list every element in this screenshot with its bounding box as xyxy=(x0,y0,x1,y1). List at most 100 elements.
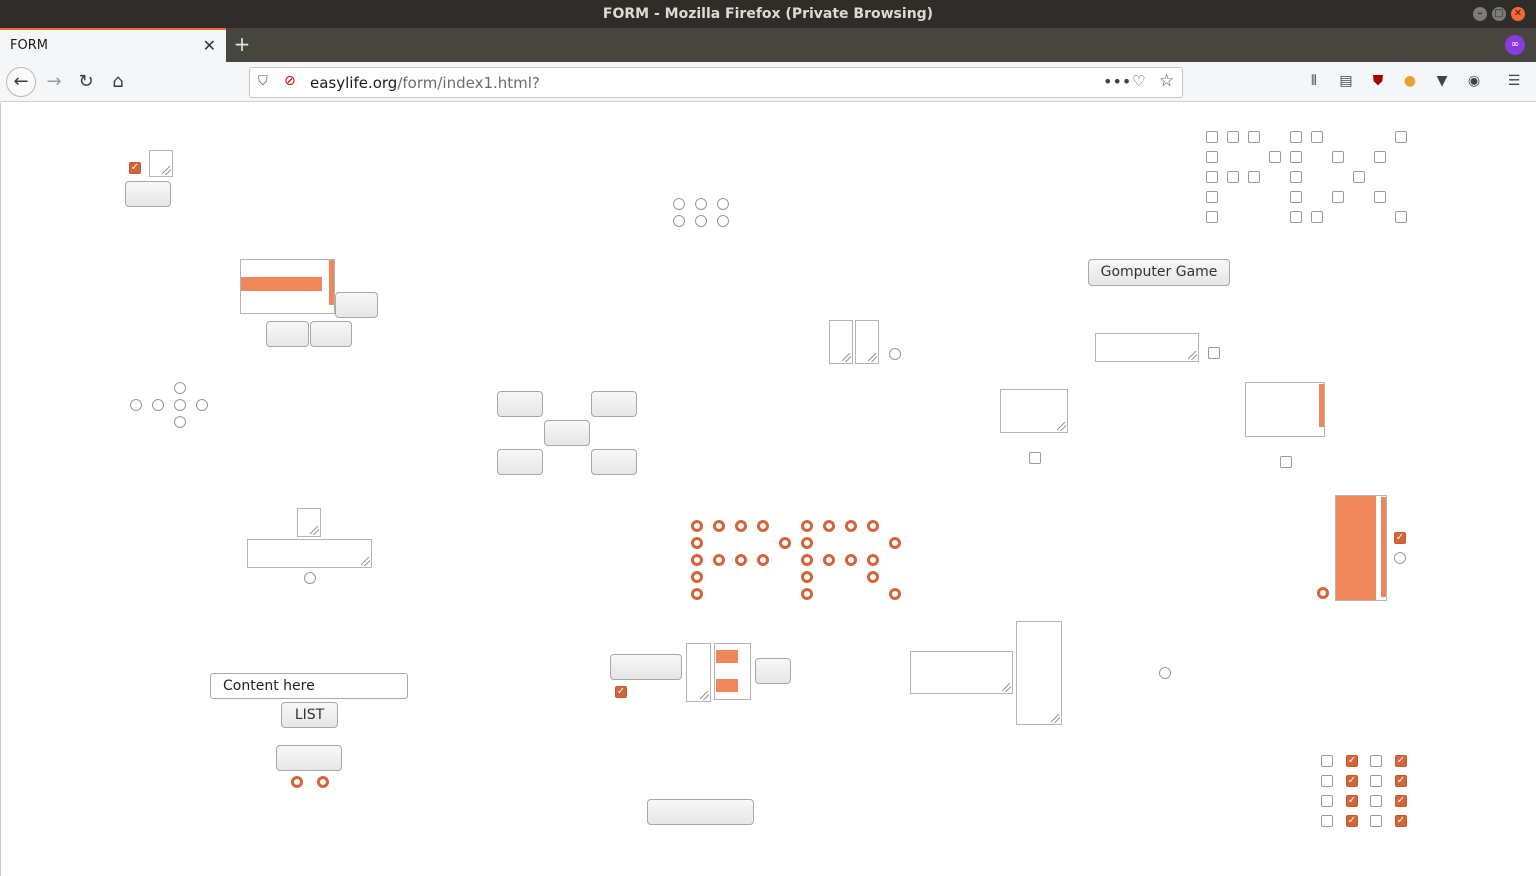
minimize-icon[interactable]: – xyxy=(1473,7,1487,21)
checkbox[interactable] xyxy=(1395,131,1407,143)
radio[interactable] xyxy=(889,588,901,600)
checkbox[interactable] xyxy=(1395,211,1407,223)
pocket-icon[interactable]: ♡ xyxy=(1132,72,1145,90)
radio[interactable] xyxy=(867,554,879,566)
checkbox[interactable] xyxy=(1321,815,1333,827)
radio[interactable] xyxy=(867,571,879,583)
textarea[interactable] xyxy=(247,539,372,568)
radio[interactable] xyxy=(867,520,879,532)
blank-button[interactable] xyxy=(591,449,637,475)
blank-button[interactable] xyxy=(755,658,791,684)
checkbox[interactable]: ✓ xyxy=(1395,815,1407,827)
home-icon[interactable]: ⌂ xyxy=(104,68,132,96)
radio[interactable] xyxy=(717,215,729,227)
textarea[interactable] xyxy=(149,150,173,177)
radio[interactable] xyxy=(174,416,186,428)
textarea[interactable] xyxy=(855,320,879,364)
listbox[interactable] xyxy=(1245,382,1325,437)
checkbox[interactable] xyxy=(1227,171,1239,183)
listbox[interactable] xyxy=(240,259,335,314)
radio[interactable] xyxy=(801,537,813,549)
textarea[interactable] xyxy=(1000,389,1068,433)
checkbox[interactable] xyxy=(1321,775,1333,787)
radio[interactable] xyxy=(801,588,813,600)
radio[interactable] xyxy=(801,554,813,566)
blank-button[interactable] xyxy=(266,321,309,347)
radio[interactable] xyxy=(152,399,164,411)
checkbox[interactable] xyxy=(1206,211,1218,223)
checkbox[interactable]: ✓ xyxy=(1395,755,1407,767)
radio[interactable] xyxy=(823,520,835,532)
checkbox[interactable]: ✓ xyxy=(1346,775,1358,787)
text-input[interactable]: Content here xyxy=(210,673,408,699)
radio[interactable] xyxy=(691,537,703,549)
checkbox[interactable] xyxy=(1374,151,1386,163)
radio[interactable] xyxy=(823,554,835,566)
listbox-selected-option[interactable] xyxy=(1336,496,1376,600)
radio[interactable] xyxy=(317,776,329,788)
radio[interactable] xyxy=(717,198,729,210)
radio[interactable] xyxy=(691,520,703,532)
checkbox[interactable]: ✓ xyxy=(1346,815,1358,827)
blank-button[interactable] xyxy=(544,420,590,446)
checkbox[interactable]: ✓ xyxy=(615,686,627,698)
checkbox[interactable] xyxy=(1248,131,1260,143)
checkbox[interactable] xyxy=(1374,191,1386,203)
checkbox[interactable] xyxy=(1206,171,1218,183)
blank-button[interactable] xyxy=(125,181,171,207)
listbox[interactable] xyxy=(714,643,751,700)
checkbox[interactable] xyxy=(1311,131,1323,143)
close-window-icon[interactable]: ✕ xyxy=(1511,7,1525,21)
radio[interactable] xyxy=(845,554,857,566)
textarea[interactable] xyxy=(829,320,853,364)
blank-button[interactable] xyxy=(497,449,543,475)
radio[interactable] xyxy=(673,198,685,210)
tab-form[interactable]: FORM ✕ xyxy=(0,28,226,62)
listbox-selected-option[interactable] xyxy=(716,679,738,692)
radio[interactable] xyxy=(174,399,186,411)
checkbox[interactable] xyxy=(1353,171,1365,183)
new-tab-button[interactable]: + xyxy=(232,32,252,56)
checkbox[interactable] xyxy=(1029,452,1041,464)
checkbox[interactable] xyxy=(1290,211,1302,223)
checkbox[interactable] xyxy=(1290,151,1302,163)
radio[interactable] xyxy=(673,215,685,227)
checkbox[interactable] xyxy=(1321,795,1333,807)
checkbox[interactable] xyxy=(1290,191,1302,203)
checkbox[interactable] xyxy=(1370,815,1382,827)
address-bar[interactable]: ⛉ ⊘ easylife.org/form/index1.html? ••• ♡… xyxy=(249,67,1183,98)
more-actions-icon[interactable]: ••• xyxy=(1103,72,1131,91)
radio[interactable] xyxy=(735,554,747,566)
list-button[interactable]: LIST xyxy=(281,702,338,728)
checkbox[interactable] xyxy=(1206,151,1218,163)
forward-arrow-icon[interactable]: → xyxy=(40,68,68,96)
listbox[interactable] xyxy=(1335,495,1387,601)
radio[interactable] xyxy=(174,382,186,394)
radio[interactable] xyxy=(304,572,316,584)
shield-icon[interactable]: ⛉ xyxy=(258,74,268,89)
blank-button[interactable] xyxy=(276,745,342,771)
radio[interactable] xyxy=(713,554,725,566)
checkbox[interactable] xyxy=(1321,755,1333,767)
blank-button[interactable] xyxy=(310,321,352,347)
textarea[interactable] xyxy=(686,643,711,702)
checkbox[interactable] xyxy=(1290,131,1302,143)
blank-button[interactable] xyxy=(591,391,637,417)
radio[interactable] xyxy=(1159,667,1171,679)
sidebar-icon[interactable]: ▤ xyxy=(1336,71,1356,91)
blank-button[interactable] xyxy=(647,799,754,825)
extension-icon[interactable]: ● xyxy=(1400,71,1420,91)
back-arrow-icon[interactable]: ← xyxy=(6,67,36,97)
checkbox[interactable] xyxy=(1332,151,1344,163)
insecure-lock-icon[interactable]: ⊘ xyxy=(284,73,296,89)
radio[interactable] xyxy=(691,588,703,600)
blank-button[interactable] xyxy=(335,292,378,318)
radio[interactable] xyxy=(1317,587,1329,599)
textarea[interactable] xyxy=(1016,621,1062,725)
textarea[interactable] xyxy=(1095,333,1199,362)
checkbox[interactable]: ✓ xyxy=(1395,775,1407,787)
library-icon[interactable]: ⫴ xyxy=(1304,71,1324,91)
checkbox[interactable] xyxy=(1248,171,1260,183)
radio[interactable] xyxy=(130,399,142,411)
ublock-icon[interactable]: ⛊ xyxy=(1368,71,1388,91)
